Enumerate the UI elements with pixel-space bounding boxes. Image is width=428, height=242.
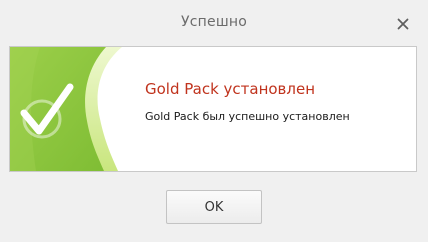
success-message: Gold Pack был успешно установлен <box>145 110 350 123</box>
success-banner <box>10 47 122 171</box>
dialog-titlebar: Успешно <box>0 0 428 46</box>
success-dialog: Успешно Gold Pack установлен Gold Pack б… <box>0 0 428 242</box>
close-icon <box>397 18 409 30</box>
success-heading: Gold Pack установлен <box>145 80 316 98</box>
close-button[interactable] <box>392 13 414 35</box>
ok-button[interactable]: OK <box>166 190 262 224</box>
dialog-title: Успешно <box>181 14 247 30</box>
message-panel: Gold Pack установлен Gold Pack был успеш… <box>9 46 417 172</box>
